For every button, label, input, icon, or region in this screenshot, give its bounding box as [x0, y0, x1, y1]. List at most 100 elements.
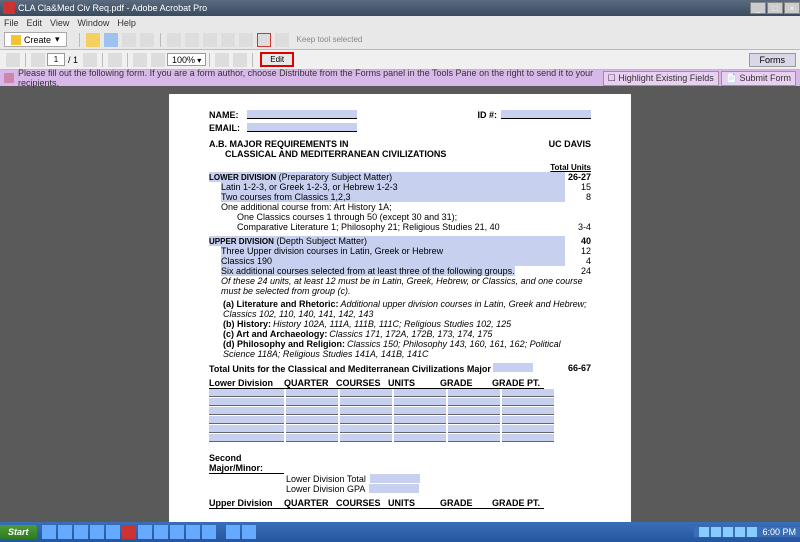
next-page-icon[interactable] [83, 53, 97, 67]
tool-icon[interactable] [167, 33, 181, 47]
name-field[interactable] [247, 110, 357, 119]
table-cell[interactable] [394, 389, 446, 397]
tray-icon[interactable] [711, 527, 721, 537]
email-field[interactable] [247, 123, 357, 132]
quick-launch-icon[interactable] [170, 525, 184, 539]
forms-button[interactable]: Forms [749, 53, 797, 67]
table-cell[interactable] [340, 389, 392, 397]
tool-icon[interactable] [185, 33, 199, 47]
table-cell[interactable] [394, 407, 446, 415]
menu-file[interactable]: File [4, 18, 19, 28]
message-text: Please fill out the following form. If y… [18, 68, 603, 88]
table-cell[interactable] [340, 425, 392, 433]
quick-launch-icon[interactable] [58, 525, 72, 539]
info-icon [4, 73, 14, 83]
zoom-out-icon[interactable] [133, 53, 147, 67]
fit-width-icon[interactable] [233, 53, 247, 67]
table-cell[interactable] [394, 416, 446, 424]
menu-window[interactable]: Window [77, 18, 109, 28]
start-button[interactable]: Start [0, 525, 37, 539]
quick-launch-icon[interactable] [42, 525, 56, 539]
taskbar-item[interactable] [226, 525, 240, 539]
quick-launch-icon[interactable] [90, 525, 104, 539]
table-cell[interactable] [340, 398, 392, 406]
quick-launch-icon[interactable] [106, 525, 120, 539]
table-cell[interactable] [286, 425, 338, 433]
table-cell[interactable] [448, 398, 500, 406]
document-viewer[interactable]: NAME: ID #: EMAIL: A.B. MAJOR REQUIREMEN… [0, 86, 800, 526]
total-field[interactable] [493, 363, 533, 372]
minimize-button[interactable]: _ [750, 2, 766, 14]
id-field[interactable] [501, 110, 591, 119]
ld-total-field[interactable] [370, 474, 420, 483]
quick-launch-icon[interactable] [154, 525, 168, 539]
tray-icon[interactable] [747, 527, 757, 537]
menu-view[interactable]: View [50, 18, 69, 28]
submit-form-button[interactable]: 📄 Submit Form [721, 71, 796, 86]
table-cell[interactable] [394, 425, 446, 433]
edit-button[interactable]: Edit [260, 52, 294, 67]
ld-gpa-field[interactable] [369, 484, 419, 493]
system-tray: 6:00 PM [694, 527, 800, 537]
table-cell[interactable] [502, 398, 554, 406]
close-button[interactable]: × [784, 2, 800, 14]
table-cell[interactable] [209, 434, 284, 442]
table-cell[interactable] [394, 434, 446, 442]
table-cell[interactable] [286, 398, 338, 406]
table-cell[interactable] [209, 407, 284, 415]
menu-help[interactable]: Help [117, 18, 136, 28]
table-cell[interactable] [502, 425, 554, 433]
table-cell[interactable] [209, 425, 284, 433]
table-cell[interactable] [209, 398, 284, 406]
clock[interactable]: 6:00 PM [762, 527, 796, 537]
tool-icon[interactable] [221, 33, 235, 47]
prev-page-icon[interactable] [31, 53, 45, 67]
table-cell[interactable] [448, 416, 500, 424]
table-cell[interactable] [209, 416, 284, 424]
table-cell[interactable] [340, 416, 392, 424]
quick-launch-icon[interactable] [74, 525, 88, 539]
maximize-button[interactable]: □ [767, 2, 783, 14]
tool-icon[interactable] [257, 33, 271, 47]
tool-icon[interactable] [203, 33, 217, 47]
table-cell[interactable] [448, 425, 500, 433]
table-cell[interactable] [502, 416, 554, 424]
page-input[interactable] [47, 53, 65, 66]
print-icon[interactable] [122, 33, 136, 47]
menu-edit[interactable]: Edit [27, 18, 43, 28]
highlight-fields-button[interactable]: ☐ Highlight Existing Fields [603, 71, 719, 86]
table-cell[interactable] [286, 434, 338, 442]
mail-icon[interactable] [140, 33, 154, 47]
tray-icon[interactable] [735, 527, 745, 537]
quick-launch-icon[interactable] [202, 525, 216, 539]
table-cell[interactable] [502, 434, 554, 442]
quick-launch-icon[interactable] [138, 525, 152, 539]
table-cell[interactable] [448, 389, 500, 397]
table-cell[interactable] [286, 416, 338, 424]
tray-icon[interactable] [723, 527, 733, 537]
table-cell[interactable] [502, 407, 554, 415]
tool-icon[interactable] [275, 33, 289, 47]
table-cell[interactable] [448, 407, 500, 415]
table-cell[interactable] [502, 389, 554, 397]
hand-icon[interactable] [108, 53, 122, 67]
table-cell[interactable] [340, 434, 392, 442]
taskbar-item[interactable] [242, 525, 256, 539]
table-cell[interactable] [286, 407, 338, 415]
table-cell[interactable] [448, 434, 500, 442]
zoom-in-icon[interactable] [151, 53, 165, 67]
quick-launch-icon[interactable] [122, 525, 136, 539]
page-thumbs-icon[interactable] [6, 53, 20, 67]
table-cell[interactable] [286, 389, 338, 397]
tray-icon[interactable] [699, 527, 709, 537]
quick-launch-icon[interactable] [186, 525, 200, 539]
open-icon[interactable] [86, 33, 100, 47]
fit-icon[interactable] [215, 53, 229, 67]
save-icon[interactable] [104, 33, 118, 47]
table-cell[interactable] [209, 389, 284, 397]
zoom-select[interactable]: 100% ▾ [167, 53, 206, 66]
tool-icon[interactable] [239, 33, 253, 47]
create-button[interactable]: Create▾ [4, 32, 67, 47]
table-cell[interactable] [340, 407, 392, 415]
table-cell[interactable] [394, 398, 446, 406]
